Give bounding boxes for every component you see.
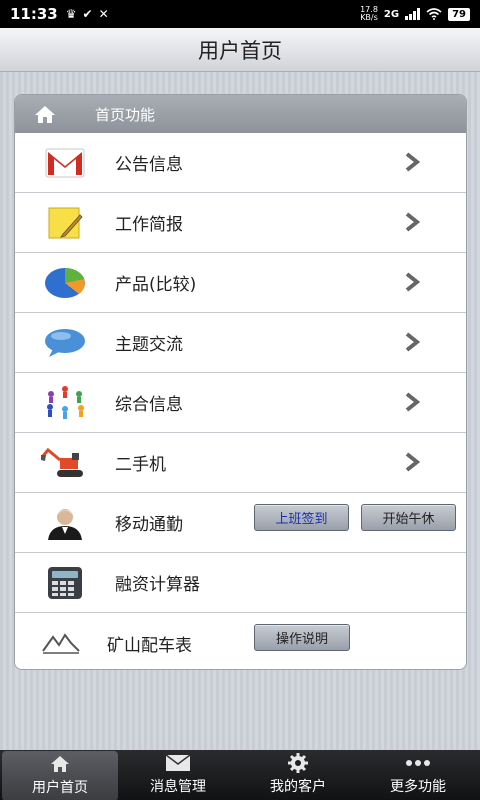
menu-item-label: 矿山配车表 xyxy=(107,635,192,656)
menu-item-label: 二手机 xyxy=(115,455,166,475)
tab-label: 用户首页 xyxy=(32,780,88,796)
menu-item-mobile-commute: 移动通勤 上班签到 开始午休 xyxy=(15,493,466,553)
chat-bubble-icon xyxy=(15,327,115,359)
more-icon xyxy=(405,752,431,774)
menu-item-label: 移动通勤 xyxy=(115,515,183,535)
menu-item-work-report[interactable]: 工作简报 xyxy=(15,193,466,253)
check-circle-icon: ✔ xyxy=(82,7,93,21)
status-time: 11:33 xyxy=(10,5,58,23)
chevron-right-icon xyxy=(404,332,421,356)
wifi-icon xyxy=(426,8,442,20)
menu-item-general-info[interactable]: 综合信息 xyxy=(15,373,466,433)
chevron-right-icon xyxy=(404,452,421,476)
home-icon xyxy=(15,104,75,124)
menu-item-announcements[interactable]: 公告信息 xyxy=(15,133,466,193)
battery-icon: 79 xyxy=(448,7,470,21)
signal-icon xyxy=(405,8,421,20)
menu-item-finance-calculator[interactable]: 融资计算器 xyxy=(15,553,466,613)
tab-label: 我的客户 xyxy=(270,779,326,795)
chevron-right-icon xyxy=(404,212,421,236)
title-bar: 用户首页 xyxy=(0,28,480,72)
menu-item-label: 公告信息 xyxy=(115,155,183,175)
note-icon xyxy=(15,206,115,240)
home-icon xyxy=(49,753,71,775)
menu-item-topic-discussion[interactable]: 主题交流 xyxy=(15,313,466,373)
envelope-icon xyxy=(165,752,191,774)
net-type: 2G xyxy=(383,8,400,20)
tab-messages[interactable]: 消息管理 xyxy=(118,750,238,800)
tab-label: 更多功能 xyxy=(390,779,446,795)
mail-icon xyxy=(15,148,115,178)
gear-icon xyxy=(287,752,309,774)
excavator-icon xyxy=(15,446,115,480)
instructions-button[interactable]: 操作说明 xyxy=(254,624,350,651)
menu-item-mine-vehicle-table[interactable]: 矿山配车表 操作说明 xyxy=(15,613,466,669)
pie-chart-icon xyxy=(15,266,115,300)
menu-item-used-machines[interactable]: 二手机 xyxy=(15,433,466,493)
chevron-right-icon xyxy=(404,272,421,296)
net-speed: 17.8 KB/s xyxy=(360,5,378,22)
menu-card: 首页功能 公告信息 工作简报 产品(比较) 主题交流 综合信息 二手机 移动通勤… xyxy=(14,94,467,670)
menu-item-product-compare[interactable]: 产品(比较) xyxy=(15,253,466,313)
calculator-icon xyxy=(15,566,115,600)
section-header: 首页功能 xyxy=(15,95,466,133)
lunch-break-button[interactable]: 开始午休 xyxy=(361,504,456,531)
menu-item-label: 产品(比较) xyxy=(115,275,197,295)
status-bar: 11:33 ♛ ✔ ✕ 17.8 KB/s 2G 79 xyxy=(0,0,480,28)
crown-icon: ♛ xyxy=(65,7,77,21)
menu-item-label: 主题交流 xyxy=(115,335,183,355)
tab-label: 消息管理 xyxy=(150,779,206,795)
menu-item-label: 融资计算器 xyxy=(115,575,200,595)
chevron-right-icon xyxy=(404,392,421,416)
person-icon xyxy=(15,506,115,540)
menu-item-label: 综合信息 xyxy=(115,395,183,415)
tab-my-customers[interactable]: 我的客户 xyxy=(238,750,358,800)
tools-icon: ✕ xyxy=(98,7,109,21)
bottom-tab-bar: 用户首页 消息管理 我的客户 更多功能 xyxy=(0,750,480,800)
tab-more[interactable]: 更多功能 xyxy=(358,750,478,800)
chevron-right-icon xyxy=(404,152,421,176)
people-circle-icon xyxy=(15,385,115,421)
page-title: 用户首页 xyxy=(198,38,282,63)
tab-home[interactable]: 用户首页 xyxy=(2,751,118,800)
check-in-button[interactable]: 上班签到 xyxy=(254,504,349,531)
mountain-icon xyxy=(15,631,107,655)
menu-item-label: 工作简报 xyxy=(115,215,183,235)
section-title: 首页功能 xyxy=(95,105,156,124)
